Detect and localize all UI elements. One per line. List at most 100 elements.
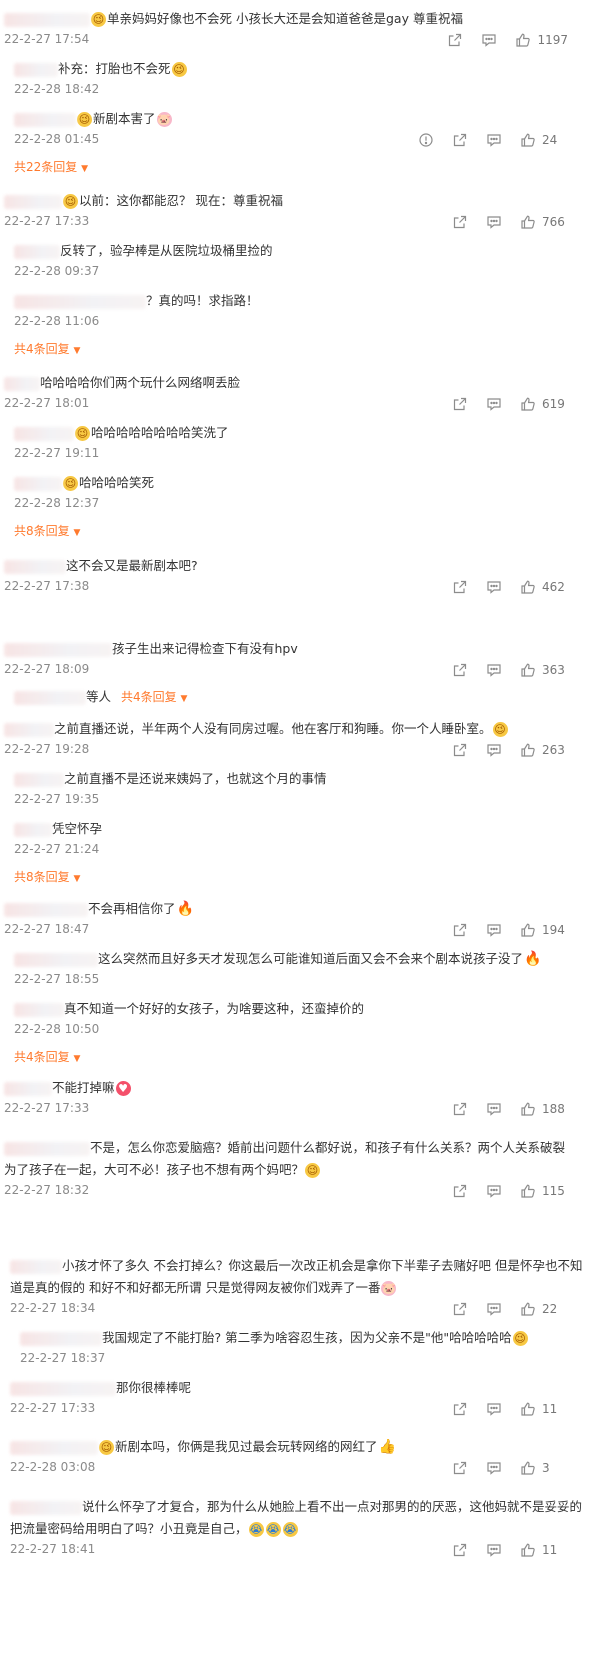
username-blurred[interactable] xyxy=(4,12,90,27)
like-button[interactable]: 11 xyxy=(520,1401,568,1417)
username-blurred[interactable] xyxy=(14,62,58,77)
emoji-face-icon: 😉 xyxy=(305,1163,321,1178)
like-button[interactable]: 619 xyxy=(520,396,568,412)
username-blurred[interactable] xyxy=(4,194,62,209)
username-blurred[interactable] xyxy=(10,1500,82,1515)
share-button[interactable] xyxy=(452,579,468,595)
reply-button[interactable] xyxy=(486,1301,502,1317)
share-button[interactable] xyxy=(452,742,468,758)
comment-text: 那你很棒棒呢 xyxy=(116,1380,192,1395)
share-button[interactable] xyxy=(452,1460,468,1476)
more-replies-row: 共22条回复 ▼ xyxy=(0,156,600,178)
comment-icon xyxy=(487,924,501,937)
reply-timestamp: 22-2-28 18:42 xyxy=(14,82,100,96)
comment-text: 哈哈哈哈你们两个玩什么网络啊丢脸 xyxy=(40,375,241,390)
reply-button[interactable] xyxy=(486,742,502,758)
reply-button[interactable] xyxy=(481,32,497,48)
report-button[interactable] xyxy=(418,132,434,148)
reply-body: 补充：打胎也不会死 😉 xyxy=(0,58,600,80)
like-button[interactable]: 462 xyxy=(520,579,568,595)
like-button[interactable]: 263 xyxy=(520,742,568,758)
share-icon xyxy=(453,580,467,594)
username-blurred[interactable] xyxy=(14,244,60,259)
comment-timestamp: 22-2-27 19:28 xyxy=(4,742,90,756)
reply-button[interactable] xyxy=(486,396,502,412)
like-button[interactable]: 766 xyxy=(520,214,568,230)
reply-button[interactable] xyxy=(486,1183,502,1199)
username-blurred[interactable] xyxy=(14,822,52,837)
like-icon xyxy=(521,1402,535,1416)
reply-button[interactable] xyxy=(486,1542,502,1558)
share-button[interactable] xyxy=(452,1542,468,1558)
reply-button[interactable] xyxy=(486,1401,502,1417)
like-button[interactable]: 194 xyxy=(520,922,568,938)
comment-body: 那你很棒棒呢 xyxy=(0,1377,600,1399)
like-button[interactable]: 11 xyxy=(520,1542,568,1558)
like-button[interactable]: 363 xyxy=(520,662,568,678)
reply-button[interactable] xyxy=(486,1101,502,1117)
comment-body: 之前直播还说，半年两个人没有同房过喔。他在客厅和狗睡。你一个人睡卧室。 😉 xyxy=(0,718,600,740)
username-blurred[interactable] xyxy=(14,772,64,787)
username-blurred[interactable] xyxy=(14,476,62,491)
more-replies-link[interactable]: 共4条回复 ▼ xyxy=(14,1050,80,1064)
reply: 之前直播不是还说来姨妈了，也就这个月的事情 22-2-27 19:35 xyxy=(0,768,600,810)
username-blurred[interactable] xyxy=(4,902,88,917)
comment-thread: 那你很棒棒呢 22-2-27 17:33 11 xyxy=(0,1377,600,1419)
username-blurred[interactable] xyxy=(14,1002,64,1017)
share-button[interactable] xyxy=(452,922,468,938)
like-button[interactable]: 24 xyxy=(520,132,568,148)
like-button[interactable]: 22 xyxy=(520,1301,568,1317)
like-button[interactable]: 3 xyxy=(520,1460,568,1476)
comment-text: 把流量密码给用明白了吗？小丑竟是自己， xyxy=(10,1521,248,1536)
share-button[interactable] xyxy=(452,1101,468,1117)
reply-button[interactable] xyxy=(486,662,502,678)
reply-text: 补充：打胎也不会死 xyxy=(58,61,171,76)
more-replies-link[interactable]: 共8条回复 ▼ xyxy=(14,870,80,884)
username-blurred[interactable] xyxy=(4,559,66,574)
like-button[interactable]: 1197 xyxy=(515,32,568,48)
username-blurred[interactable] xyxy=(10,1440,98,1455)
reply-text: 之前直播不是还说来姨妈了，也就这个月的事情 xyxy=(64,771,327,786)
username-blurred[interactable] xyxy=(10,1259,62,1274)
share-button[interactable] xyxy=(452,132,468,148)
like-button[interactable]: 115 xyxy=(520,1183,568,1199)
comment-actions: 188 xyxy=(452,1099,568,1119)
share-button[interactable] xyxy=(447,32,463,48)
emoji-fire-icon: 🔥 xyxy=(176,901,194,917)
share-button[interactable] xyxy=(452,1183,468,1199)
like-count: 766 xyxy=(542,215,565,229)
share-icon xyxy=(453,133,467,147)
username-blurred[interactable] xyxy=(10,1381,116,1396)
reply-button[interactable] xyxy=(486,214,502,230)
username-blurred[interactable] xyxy=(20,1331,102,1346)
comment-timestamp: 22-2-27 17:38 xyxy=(4,579,90,593)
share-button[interactable] xyxy=(452,1301,468,1317)
share-button[interactable] xyxy=(452,396,468,412)
like-button[interactable]: 188 xyxy=(520,1101,568,1117)
reply-meta: 22-2-27 18:37 xyxy=(0,1349,600,1369)
username-blurred[interactable] xyxy=(4,1081,52,1096)
share-button[interactable] xyxy=(452,1401,468,1417)
reply-button[interactable] xyxy=(486,579,502,595)
reply-button[interactable] xyxy=(486,1460,502,1476)
username-blurred[interactable] xyxy=(14,952,98,967)
more-replies-link[interactable]: 共8条回复 ▼ xyxy=(14,524,80,538)
emoji-group: 😭 😭 😭 xyxy=(248,1521,299,1537)
username-blurred[interactable] xyxy=(14,426,74,441)
share-button[interactable] xyxy=(452,662,468,678)
username-blurred[interactable] xyxy=(4,722,54,737)
comment-icon xyxy=(487,1103,501,1116)
reply-button[interactable] xyxy=(486,132,502,148)
more-replies-link[interactable]: 共4条回复 ▼ xyxy=(121,690,187,704)
username-blurred[interactable] xyxy=(4,1141,90,1156)
username-blurred[interactable] xyxy=(14,112,76,127)
reply-button[interactable] xyxy=(486,922,502,938)
username-blurred[interactable] xyxy=(14,294,146,309)
username-blurred[interactable] xyxy=(4,376,40,391)
share-button[interactable] xyxy=(452,214,468,230)
username-blurred[interactable] xyxy=(4,642,112,657)
more-replies-link[interactable]: 共4条回复 ▼ xyxy=(14,342,80,356)
username-blurred[interactable] xyxy=(14,690,86,705)
more-replies-link[interactable]: 共22条回复 ▼ xyxy=(14,160,88,174)
emoji-face-icon: 😉 xyxy=(91,12,106,27)
